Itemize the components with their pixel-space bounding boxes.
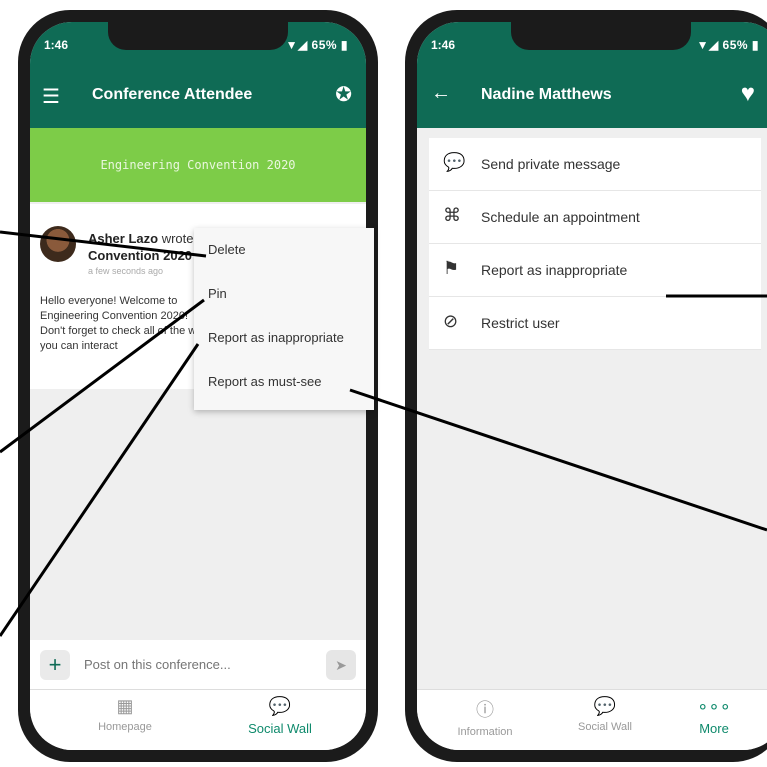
- menu-item-report-inappropriate[interactable]: Report as inappropriate: [194, 316, 374, 360]
- post-text: Hello everyone! Welcome to Engineering C…: [40, 295, 214, 352]
- grid-icon: ▦: [116, 696, 134, 716]
- app-bar: ← Nadine Matthews ♥: [417, 62, 767, 128]
- send-button[interactable]: ➤: [326, 650, 356, 680]
- post-context-menu: Delete Pin Report as inappropriate Repor…: [194, 228, 374, 410]
- menu-item-report-must-see[interactable]: Report as must-see: [194, 360, 374, 404]
- menu-item-pin[interactable]: Pin: [194, 272, 374, 316]
- avatar[interactable]: [40, 226, 76, 262]
- info-icon: ⓘ: [476, 700, 494, 720]
- block-icon: ⊘: [443, 311, 459, 331]
- send-icon: ➤: [335, 657, 347, 673]
- app-bar: ☰ Conference Attendee ✪: [30, 62, 366, 128]
- post-author[interactable]: Asher Lazo: [88, 231, 158, 246]
- tab-homepage[interactable]: ▦ Homepage: [80, 696, 170, 733]
- more-dots-icon: ∘∘∘: [697, 696, 731, 716]
- post-timestamp: a few seconds ago: [88, 266, 164, 276]
- tab-label: Social Wall: [248, 721, 312, 736]
- tab-bar: ⓘ Information 💬 Social Wall ∘∘∘ More: [417, 689, 767, 750]
- conference-banner: Engineering Convention 2020: [30, 128, 366, 202]
- status-battery: ▼◢ 65% ▮: [696, 38, 759, 52]
- back-arrow-icon[interactable]: ←: [431, 82, 451, 105]
- tab-more[interactable]: ∘∘∘ More: [679, 696, 749, 736]
- profile-title: Nadine Matthews: [481, 86, 612, 103]
- post-composer: + ➤: [30, 640, 366, 690]
- action-schedule-appointment[interactable]: ⌘ Schedule an appointment: [429, 191, 761, 244]
- chat-bubbles-icon: 💬: [593, 696, 617, 716]
- status-time: 1:46: [431, 38, 456, 52]
- right-screen: 1:46 ▼◢ 65% ▮ ← Nadine Matthews ♥ 💬 Send…: [417, 22, 767, 750]
- status-battery: ▼◢ 65% ▮: [285, 38, 348, 52]
- calendar-link-icon: ⌘: [443, 205, 461, 225]
- app-title: Conference Attendee: [92, 86, 253, 103]
- flag-icon: ⚑: [443, 258, 460, 278]
- status-time: 1:46: [44, 38, 69, 52]
- chat-icon: 💬: [443, 152, 466, 172]
- menu-item-delete[interactable]: Delete: [194, 228, 374, 272]
- add-attachment-button[interactable]: +: [40, 650, 70, 680]
- profile-actions: 💬 Send private message ⌘ Schedule an app…: [429, 138, 761, 350]
- tab-social-wall[interactable]: 💬 Social Wall: [230, 696, 330, 736]
- right-phone-frame: 1:46 ▼◢ 65% ▮ ← Nadine Matthews ♥ 💬 Send…: [405, 10, 767, 762]
- tab-bar: ▦ Homepage 💬 Social Wall: [30, 689, 366, 750]
- tab-label: Homepage: [98, 721, 152, 733]
- tab-social-wall[interactable]: 💬 Social Wall: [565, 696, 645, 733]
- hamburger-menu-icon[interactable]: ☰: [42, 84, 60, 109]
- star-badge-icon[interactable]: ✪: [335, 82, 352, 107]
- notch: [108, 22, 288, 50]
- notch: [511, 22, 691, 50]
- heart-icon[interactable]: ♥: [741, 80, 755, 108]
- post-input[interactable]: [82, 656, 316, 673]
- action-send-private-message[interactable]: 💬 Send private message: [429, 138, 761, 191]
- tab-information[interactable]: ⓘ Information: [445, 696, 525, 738]
- action-restrict-user[interactable]: ⊘ Restrict user: [429, 297, 761, 350]
- chat-bubbles-icon: 💬: [268, 696, 292, 716]
- action-report-inappropriate[interactable]: ⚑ Report as inappropriate: [429, 244, 761, 297]
